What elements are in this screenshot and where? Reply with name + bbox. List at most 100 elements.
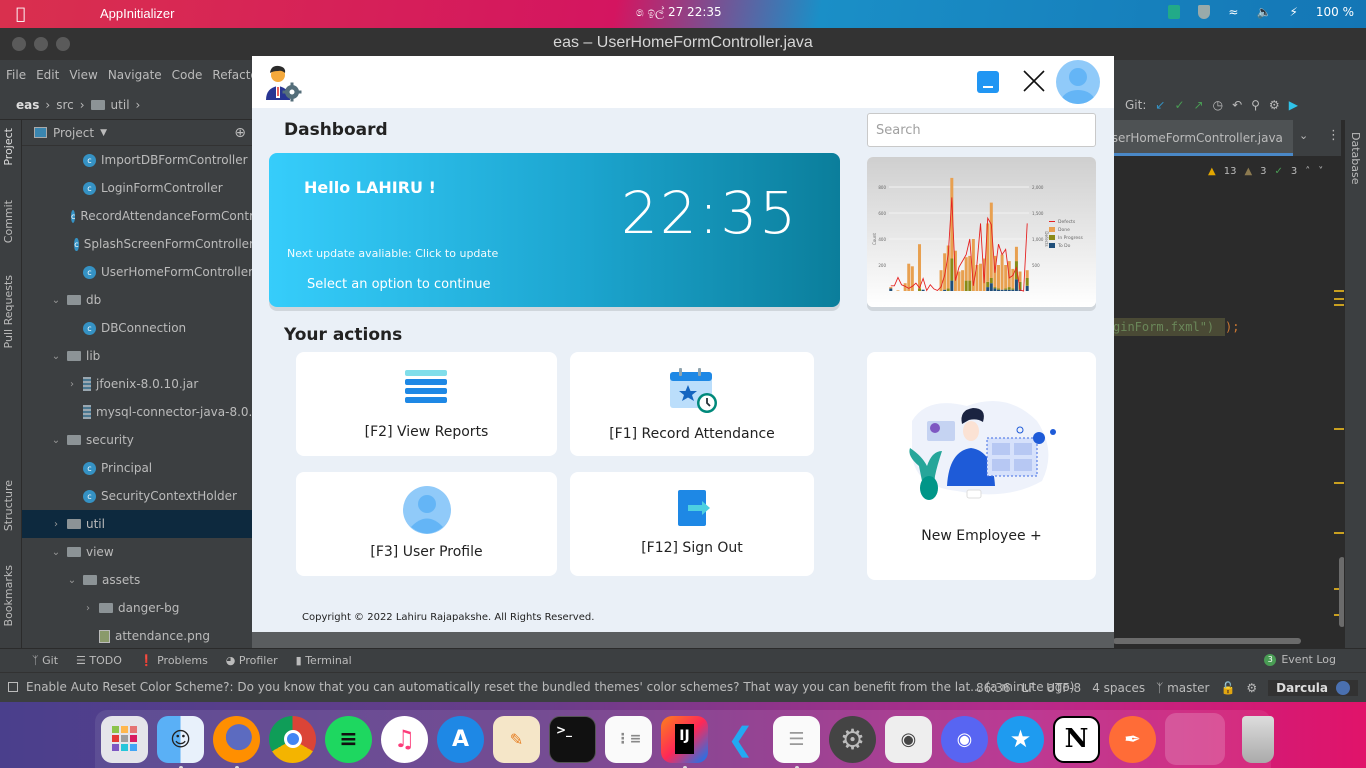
tabs-dropdown-icon[interactable]: ⌄ — [1299, 129, 1308, 142]
tree-item[interactable]: ⌄ security — [22, 426, 254, 454]
more-icon[interactable]: ⋮ — [1327, 128, 1340, 143]
tree-item[interactable]: c SplashScreenFormController — [22, 230, 254, 258]
greeting-banner[interactable]: Hello LAHIRU ! 22:35 Next update avaliab… — [269, 153, 840, 307]
screenshot-icon[interactable]: ◉ — [885, 715, 932, 763]
chevron-down-icon[interactable]: ⌄ — [50, 295, 62, 306]
inspection-widget[interactable]: ▲ 13 ▲ 3 ✓ 3 ˄ ˅ — [1208, 166, 1323, 177]
breadcrumb-eas[interactable]: eas — [16, 98, 39, 112]
git-push-icon[interactable]: ↗ — [1194, 98, 1204, 112]
tool-todo[interactable]: ☰ TODO — [76, 654, 122, 667]
tree-item[interactable]: ⌄ lib — [22, 342, 254, 370]
git-rollback-icon[interactable]: ↶ — [1232, 98, 1242, 112]
new-employee-button[interactable]: New Employee + — [867, 352, 1096, 580]
tab-commit[interactable]: Commit — [2, 200, 15, 243]
chevron-right-icon[interactable]: › — [50, 519, 62, 530]
battery-icon[interactable]: ⚡ — [1289, 5, 1297, 19]
tree-item[interactable]: c LoginFormController — [22, 174, 254, 202]
breadcrumb-src[interactable]: src — [56, 98, 74, 112]
search-icon[interactable]: ⚲ — [1251, 98, 1260, 112]
chevron-right-icon[interactable]: › — [66, 379, 78, 390]
tree-item[interactable]: c UserHomeFormController — [22, 258, 254, 286]
reminders-icon[interactable]: ⋮≡ — [605, 715, 652, 763]
tool-problems[interactable]: ❗ Problems — [140, 654, 208, 667]
close-button[interactable] — [1022, 69, 1046, 93]
app-store-icon[interactable]: A — [437, 715, 484, 763]
locate-icon[interactable]: ⊕ — [234, 125, 246, 141]
git-update-icon[interactable]: ↙ — [1155, 98, 1165, 112]
git-history-icon[interactable]: ◷ — [1213, 98, 1223, 112]
apple-menu-icon[interactable]:  — [16, 4, 26, 23]
project-panel-title[interactable]: Project — [53, 126, 94, 140]
postman-icon[interactable]: ✒ — [1109, 715, 1156, 763]
file-encoding[interactable]: UTF-8 — [1046, 681, 1081, 695]
caret-position[interactable]: 86:36 — [976, 681, 1011, 695]
music-icon[interactable]: ♫ — [381, 715, 428, 763]
menu-navigate[interactable]: Navigate — [108, 68, 162, 82]
user-avatar[interactable] — [1056, 60, 1100, 104]
chevron-down-icon[interactable]: ⌄ — [66, 575, 78, 586]
tree-item[interactable]: › util — [22, 510, 254, 538]
spotify-icon[interactable]: ≡ — [325, 715, 372, 763]
view-reports-button[interactable]: [F2] View Reports — [296, 352, 557, 456]
textedit-icon[interactable]: ☰ — [773, 715, 820, 768]
tab-pull-requests[interactable]: Pull Requests — [2, 275, 15, 348]
chevron-down-icon[interactable]: ⌄ — [50, 435, 62, 446]
running-app-icon[interactable] — [1165, 713, 1225, 765]
chevron-down-icon[interactable]: ⌄ — [50, 351, 62, 362]
tab-database[interactable]: Database — [1349, 132, 1362, 185]
tree-item[interactable]: ⌄ view — [22, 538, 254, 566]
chrome-icon[interactable] — [269, 715, 316, 763]
prev-highlight-icon[interactable]: ˄ — [1305, 166, 1310, 177]
system-preferences-icon[interactable]: ⚙ — [829, 715, 876, 763]
tree-item[interactable]: c ImportDBFormController — [22, 146, 254, 174]
tree-item[interactable]: mysql-connector-java-8.0. — [22, 398, 254, 426]
report-chart-card[interactable]: 200 500 400 1,000 600 1,500 800 2,000 Count Defec… — [867, 157, 1096, 307]
indent-setting[interactable]: 4 spaces — [1092, 681, 1145, 695]
chevron-down-icon[interactable]: ⌄ — [50, 547, 62, 558]
finder-icon[interactable]: ☺ — [157, 715, 204, 768]
tree-item[interactable]: c RecordAttendanceFormController — [22, 202, 254, 230]
next-highlight-icon[interactable]: ˅ — [1318, 166, 1323, 177]
launchpad-icon[interactable] — [101, 715, 148, 763]
chevron-right-icon[interactable]: › — [82, 603, 94, 614]
jetbrains-logo-icon[interactable]: ▶ — [1289, 98, 1298, 112]
update-notice-link[interactable]: Next update avaliable: Click to update — [287, 247, 498, 260]
record-attendance-button[interactable]: [F1] Record Attendance — [570, 352, 814, 456]
code-fragment[interactable]: ginForm.fxml") — [1113, 318, 1225, 336]
toggle-tool-windows-icon[interactable] — [8, 682, 18, 692]
terminal-icon[interactable]: >_ — [549, 715, 596, 763]
tree-item[interactable]: ⌄ db — [22, 286, 254, 314]
trash-icon[interactable] — [1242, 715, 1274, 763]
tool-git[interactable]: ᛉ Git — [32, 654, 58, 667]
wifi-icon[interactable]: ≈ — [1228, 5, 1238, 19]
discord-icon[interactable]: ◉ — [941, 715, 988, 763]
intellij-idea-icon[interactable]: IJ — [661, 715, 708, 768]
tab-bookmarks[interactable]: Bookmarks — [2, 565, 15, 626]
tree-item[interactable]: attendance.png — [22, 622, 254, 648]
menu-file[interactable]: File — [6, 68, 26, 82]
line-separator[interactable]: LF — [1022, 681, 1036, 695]
tool-terminal[interactable]: ▮ Terminal — [296, 654, 352, 667]
pages-icon[interactable]: ✎ — [493, 715, 540, 763]
lock-icon[interactable]: 🔓 — [1220, 681, 1235, 695]
starred-app-icon[interactable]: ★ — [997, 715, 1044, 763]
vscode-icon[interactable]: ❮ — [717, 716, 764, 763]
inspector-icon[interactable]: ⚙ — [1246, 681, 1257, 695]
volume-icon[interactable]: 🔈 — [1256, 5, 1271, 19]
notion-icon[interactable]: N — [1053, 715, 1100, 763]
git-branch[interactable]: ᛉ master — [1156, 681, 1209, 695]
git-commit-icon[interactable]: ✓ — [1174, 98, 1184, 112]
editor-horizontal-scrollbar[interactable] — [1113, 638, 1301, 644]
settings-icon[interactable]: ⚙ — [1269, 98, 1280, 112]
tool-profiler[interactable]: ◕ Profiler — [226, 654, 278, 667]
event-log-button[interactable]: 3 Event Log — [1264, 653, 1336, 666]
active-app-name[interactable]: AppInitializer — [100, 6, 174, 21]
theme-switcher[interactable]: Darcula — [1268, 680, 1358, 696]
tab-structure[interactable]: Structure — [2, 480, 15, 531]
breadcrumb-util[interactable]: util — [111, 98, 130, 112]
tree-item[interactable]: c SecurityContextHolder — [22, 482, 254, 510]
tree-item[interactable]: c DBConnection — [22, 314, 254, 342]
status-message[interactable]: Enable Auto Reset Color Scheme?: Do you … — [26, 680, 1074, 694]
tree-item[interactable]: › jfoenix-8.0.10.jar — [22, 370, 254, 398]
tab-project[interactable]: Project — [2, 128, 15, 166]
